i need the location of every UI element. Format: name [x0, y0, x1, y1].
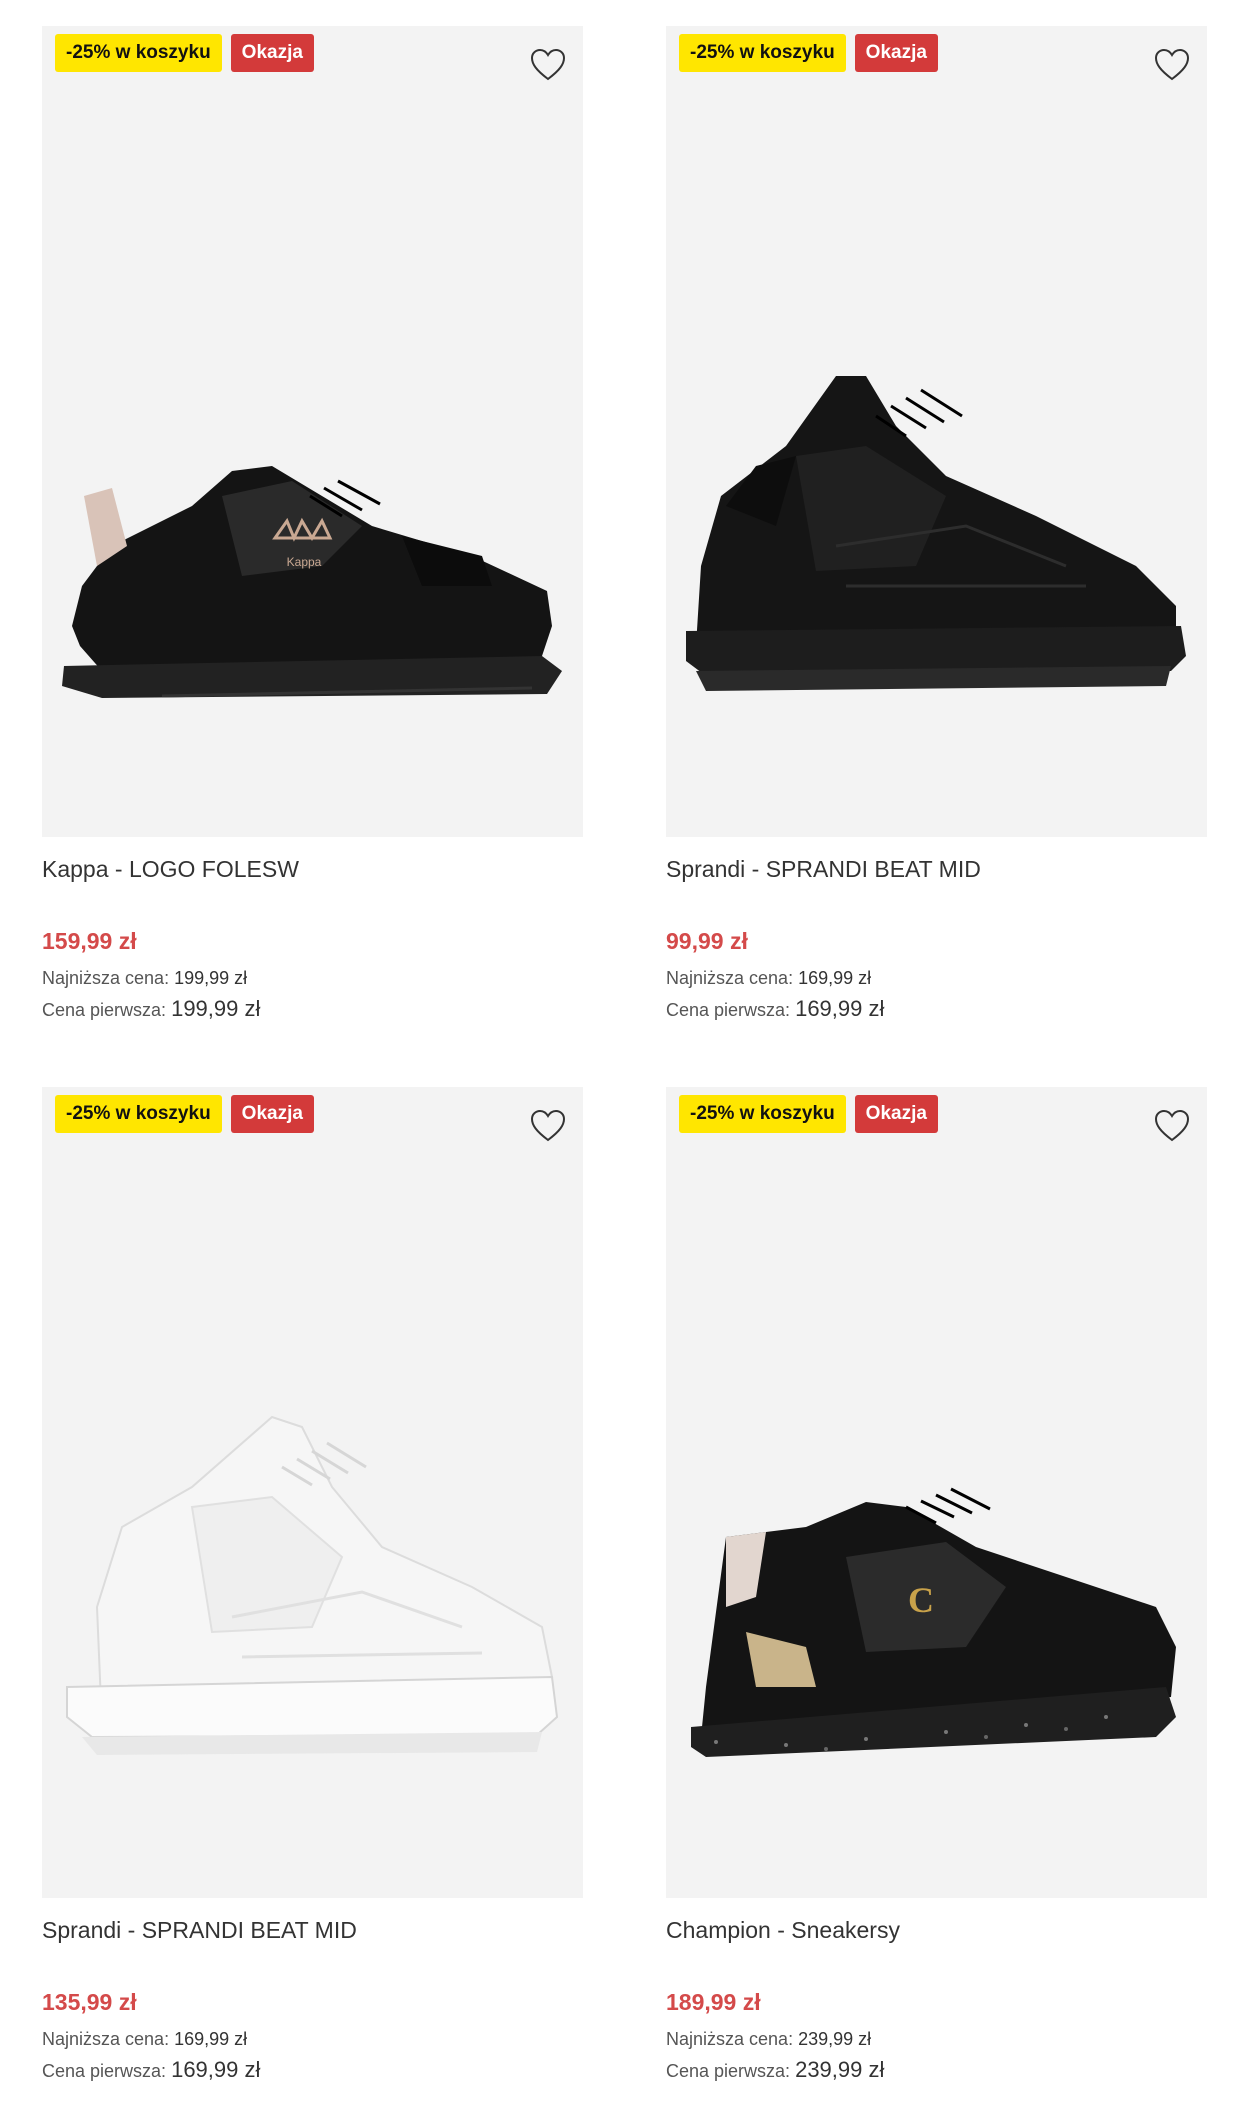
product-card[interactable]: Kappa -25% w koszyku Okazja Kappa - LOGO… [42, 26, 583, 1026]
lowest-price-label: Najniższa cena: [42, 968, 170, 988]
lowest-price-row: Najniższa cena: 199,99 zł [42, 968, 247, 989]
badges: -25% w koszyku Okazja [679, 34, 938, 72]
lowest-price-row: Najniższa cena: 239,99 zł [666, 2029, 871, 2050]
wishlist-button[interactable] [1151, 44, 1193, 86]
product-name[interactable]: Sprandi - SPRANDI BEAT MID [666, 856, 1207, 883]
product-price: 135,99 zł [42, 1989, 137, 2015]
product-image[interactable]: -25% w koszyku Okazja [42, 1087, 583, 1898]
black-kappa-sneaker-image: Kappa [42, 26, 583, 837]
lowest-price-value: 239,99 zł [798, 2029, 872, 2049]
promo-badge: -25% w koszyku [679, 1095, 846, 1133]
promo-badge: -25% w koszyku [679, 34, 846, 72]
product-name[interactable]: Champion - Sneakersy [666, 1917, 1207, 1944]
lowest-price-value: 169,99 zł [798, 968, 872, 988]
product-grid: Kappa -25% w koszyku Okazja Kappa - LOGO… [0, 0, 1250, 2123]
first-price-row: Cena pierwsza: 169,99 zł [666, 996, 884, 1022]
lowest-price-value: 199,99 zł [174, 968, 248, 988]
promo-badge: -25% w koszyku [55, 1095, 222, 1133]
lowest-price-row: Najniższa cena: 169,99 zł [666, 968, 871, 989]
first-price-value: 199,99 zł [171, 996, 261, 1021]
wishlist-button[interactable] [527, 44, 569, 86]
lowest-price-value: 169,99 zł [174, 2029, 248, 2049]
product-price: 159,99 zł [42, 928, 137, 954]
heart-outline-icon [1154, 1109, 1190, 1142]
kappa-logo: Kappa [287, 555, 322, 569]
product-card[interactable]: -25% w koszyku Okazja Sprandi - SPRANDI … [42, 1087, 583, 2087]
product-name[interactable]: Kappa - LOGO FOLESW [42, 856, 583, 883]
wishlist-button[interactable] [1151, 1105, 1193, 1147]
first-price-row: Cena pierwsza: 239,99 zł [666, 2057, 884, 2083]
lowest-price-label: Najniższa cena: [666, 2029, 794, 2049]
black-high-top-sneaker-image [666, 26, 1207, 837]
deal-badge: Okazja [230, 34, 314, 72]
first-price-row: Cena pierwsza: 169,99 zł [42, 2057, 260, 2083]
first-price-label: Cena pierwsza: [42, 1000, 167, 1020]
product-card[interactable]: -25% w koszyku Okazja Sprandi - SPRANDI … [666, 26, 1207, 1026]
first-price-label: Cena pierwsza: [666, 2061, 791, 2081]
first-price-label: Cena pierwsza: [42, 2061, 167, 2081]
product-price: 99,99 zł [666, 928, 748, 954]
wishlist-button[interactable] [527, 1105, 569, 1147]
heart-outline-icon [530, 48, 566, 81]
product-card[interactable]: C -25% w koszyku Okazja Champion - Sneak… [666, 1087, 1207, 2087]
deal-badge: Okazja [230, 1095, 314, 1133]
black-champion-sneaker-image: C [666, 1087, 1207, 1898]
product-image[interactable]: -25% w koszyku Okazja [666, 26, 1207, 837]
champion-logo: C [908, 1580, 934, 1620]
first-price-value: 169,99 zł [795, 996, 885, 1021]
badges: -25% w koszyku Okazja [55, 1095, 314, 1133]
product-price: 189,99 zł [666, 1989, 761, 2015]
product-image[interactable]: C -25% w koszyku Okazja [666, 1087, 1207, 1898]
product-name[interactable]: Sprandi - SPRANDI BEAT MID [42, 1917, 583, 1944]
promo-badge: -25% w koszyku [55, 34, 222, 72]
badges: -25% w koszyku Okazja [55, 34, 314, 72]
deal-badge: Okazja [854, 34, 938, 72]
first-price-row: Cena pierwsza: 199,99 zł [42, 996, 260, 1022]
deal-badge: Okazja [854, 1095, 938, 1133]
badges: -25% w koszyku Okazja [679, 1095, 938, 1133]
heart-outline-icon [1154, 48, 1190, 81]
product-image[interactable]: Kappa -25% w koszyku Okazja [42, 26, 583, 837]
heart-outline-icon [530, 1109, 566, 1142]
white-high-top-sneaker-image [42, 1087, 583, 1898]
lowest-price-label: Najniższa cena: [666, 968, 794, 988]
first-price-value: 239,99 zł [795, 2057, 885, 2082]
lowest-price-label: Najniższa cena: [42, 2029, 170, 2049]
lowest-price-row: Najniższa cena: 169,99 zł [42, 2029, 247, 2050]
first-price-label: Cena pierwsza: [666, 1000, 791, 1020]
first-price-value: 169,99 zł [171, 2057, 261, 2082]
